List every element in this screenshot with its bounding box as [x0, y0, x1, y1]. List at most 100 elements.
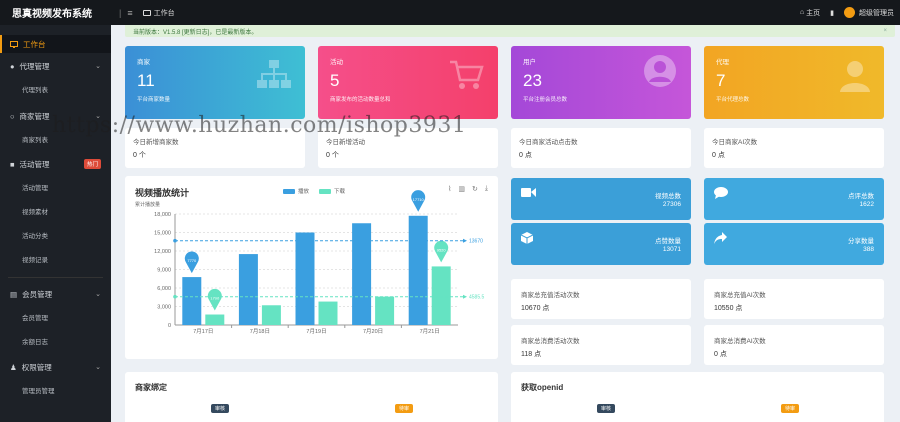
video-icon: ■: [10, 159, 15, 169]
status-badge: 待审: [781, 404, 800, 413]
panel-merchant-binding: 商家绑定 审核 待审: [125, 372, 498, 422]
y-tick-label: 0: [168, 323, 171, 329]
mark-point: [173, 238, 177, 243]
info-card-recharge-activity: 商家总充值活动次数 10670 点: [511, 279, 691, 319]
sidebar-sub-agent-list[interactable]: 代理列表: [0, 81, 111, 97]
mini-card-ai: 今日商家AI次数 0 点: [704, 128, 884, 168]
sidebar-sub-activity-manage[interactable]: 活动管理: [0, 179, 111, 195]
monitor-icon: [142, 9, 151, 16]
x-tick-label: 7月19日: [306, 328, 326, 335]
trash-icon[interactable]: ▮: [830, 9, 834, 17]
sidebar-item-members[interactable]: ▤ 会员管理 ⌄: [0, 285, 111, 303]
admin-label: 超级管理员: [859, 9, 894, 17]
data-label: 7770: [187, 258, 197, 263]
home-icon: ⌂: [799, 9, 805, 16]
chart-bar: [375, 296, 395, 325]
mark-label: 4585.5: [469, 295, 485, 301]
cart-icon: [450, 60, 484, 89]
status-badge: 审核: [597, 404, 616, 413]
chart-bar: [318, 301, 338, 325]
y-tick-label: 6,000: [157, 286, 171, 292]
mini-card-clicks: 今日商家活动点击数 0 点: [511, 128, 691, 168]
sidebar-sub-balance-log[interactable]: 余额日志: [0, 333, 111, 349]
monitor-icon: [10, 40, 18, 48]
avatar: [844, 7, 855, 18]
stat-card-users[interactable]: 用户 23 平台注册会员总数: [511, 46, 691, 119]
chart-bar: [352, 223, 372, 325]
stat-sub: 平台注册会员总数: [523, 97, 568, 103]
sidebar-item-label: 代理管理: [19, 61, 50, 71]
chart-bar: [408, 215, 428, 325]
mini-title: 今日新增活动: [326, 139, 365, 146]
circle-icon: ○: [10, 111, 15, 121]
sidebar-sub-member-manage[interactable]: 会员管理: [0, 309, 111, 325]
info-title: 商家总消费活动次数: [521, 338, 580, 345]
sidebar-item-workbench[interactable]: 工作台: [0, 35, 111, 53]
divider: |: [119, 7, 122, 18]
top-bar: 思真视频发布系统 | ≡ 工作台 ⌂ 主页 ▮ 超级管理员: [0, 0, 900, 25]
mark-label: 13670: [469, 239, 483, 245]
y-tick-label: 12,000: [154, 249, 171, 255]
tile-value: 27306: [662, 201, 681, 208]
stat-card-agents[interactable]: 代理 7 平台代理总数: [704, 46, 884, 119]
x-tick-label: 7月20日: [363, 328, 383, 335]
users-icon: ♟: [10, 362, 17, 372]
panel-get-openid: 获取openid 审核 待审: [511, 372, 884, 422]
sidebar-sub-activity-category[interactable]: 活动分类: [0, 227, 111, 243]
tile-label: 分享数量: [848, 238, 874, 245]
chart-panel: 视频播放统计 播放 下载 ⌇ ▥ ↻ ⤓ 累计播放量 18,000 15,000 1…: [125, 176, 498, 359]
sidebar-item-agents[interactable]: ● 代理管理 ⌄: [0, 57, 111, 75]
chevron-down-icon: ⌄: [95, 113, 101, 120]
tab-workbench[interactable]: 工作台: [142, 8, 175, 18]
status-badge: 待审: [395, 404, 414, 413]
info-value: 0 点: [714, 351, 727, 358]
chart-bar: [238, 254, 258, 325]
home-link[interactable]: ⌂ 主页: [800, 8, 820, 18]
menu-toggle-icon[interactable]: ≡: [127, 8, 132, 18]
stat-card-activities[interactable]: 活动 5 商家发布的活动数量总和: [318, 46, 498, 119]
chart-canvas: 18,000 15,000 12,000 9,000 6,000 3,000 0 7月17日 7…: [154, 190, 485, 335]
sidebar-item-label: 工作台: [23, 39, 46, 49]
sidebar-sub-video-records[interactable]: 视频记录: [0, 251, 111, 267]
home-label: 主页: [806, 9, 821, 17]
close-icon[interactable]: ×: [883, 28, 887, 34]
y-tick-label: 3,000: [157, 305, 171, 311]
sidebar-item-merchants[interactable]: ○ 商家管理 ⌄: [0, 107, 111, 125]
y-tick-label: 15,000: [154, 231, 171, 237]
info-value: 10670 点: [521, 305, 550, 312]
mark-arrow: [463, 294, 467, 299]
sidebar-item-label: 活动管理: [19, 159, 50, 169]
sidebar-sub-admin-manage[interactable]: 管理员管理: [0, 382, 111, 398]
sidebar-item-activities[interactable]: ■ 活动管理 热门: [0, 155, 111, 173]
chart-bar: [205, 314, 225, 325]
info-title: 商家总充值AI次数: [714, 292, 766, 299]
tile-shares[interactable]: 分享数量 388: [704, 223, 884, 265]
sitemap-icon: [257, 60, 291, 88]
sidebar-sub-video-material[interactable]: 视频素材: [0, 203, 111, 219]
tile-likes[interactable]: 点赞数量 13071: [511, 223, 691, 265]
tile-videos[interactable]: 视频总数 27306: [511, 178, 691, 220]
cube-icon: [521, 232, 533, 244]
chevron-down-icon: ⌄: [95, 291, 101, 298]
data-label: 17710: [413, 197, 425, 202]
tile-comments[interactable]: 点评总数 1622: [704, 178, 884, 220]
chevron-down-icon: ⌄: [95, 364, 101, 371]
list-icon: ▤: [10, 289, 18, 299]
stat-card-merchants[interactable]: 商家 11 平台商家数量: [125, 46, 305, 119]
y-tick-label: 18,000: [154, 212, 171, 218]
tile-value: 1622: [859, 201, 874, 208]
hot-badge: 热门: [83, 159, 101, 169]
panel-title: 商家绑定: [135, 383, 167, 392]
info-value: 118 点: [521, 351, 542, 358]
sidebar-sub-merchant-list[interactable]: 商家列表: [0, 131, 111, 147]
stat-sub: 平台代理总数: [716, 97, 750, 103]
mark-arrow: [463, 238, 467, 243]
admin-menu[interactable]: 超级管理员: [844, 7, 894, 18]
user-icon: [840, 61, 870, 92]
sidebar-item-permissions[interactable]: ♟ 权限管理 ⌄: [0, 358, 111, 376]
info-title: 商家总消费AI次数: [714, 338, 766, 345]
sidebar-item-label: 会员管理: [22, 289, 53, 299]
app-title: 思真视频发布系统: [12, 9, 92, 20]
tile-value: 388: [863, 246, 874, 253]
mini-value: 0 个: [133, 152, 146, 159]
